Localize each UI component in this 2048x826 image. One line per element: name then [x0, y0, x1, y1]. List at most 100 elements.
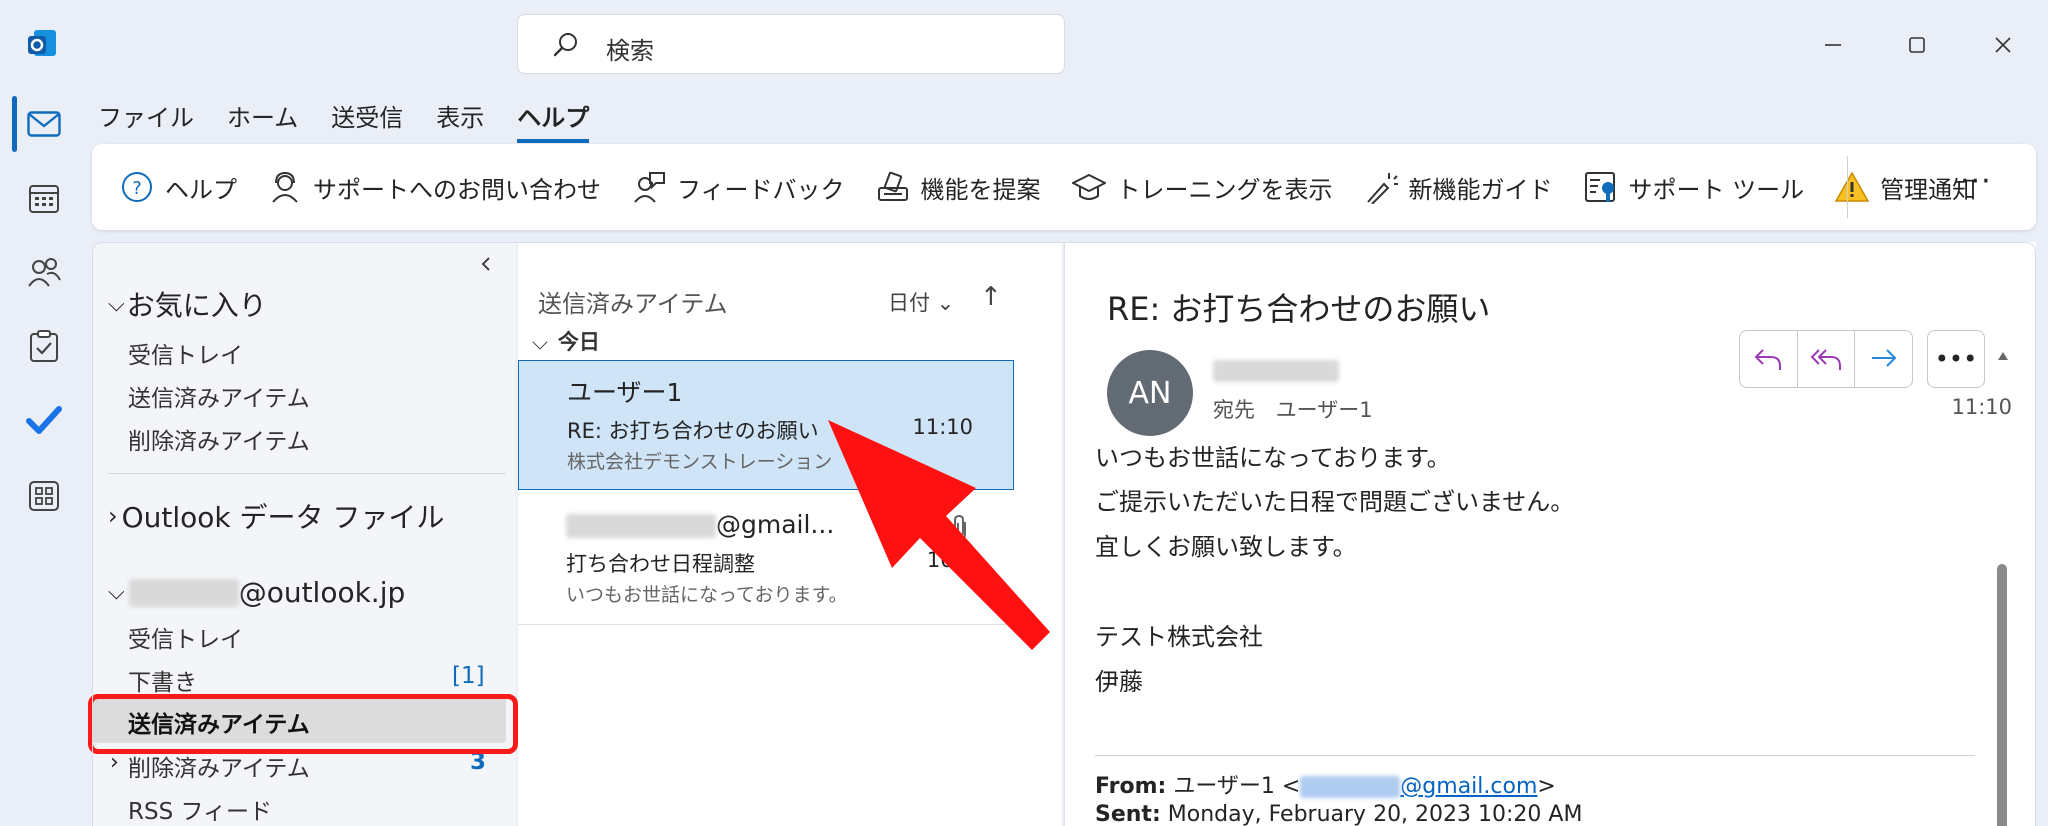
to-value[interactable]: ユーザー1	[1276, 398, 1373, 422]
collapse-pane-chevron-icon[interactable]	[480, 256, 492, 276]
whats-new-icon	[1366, 173, 1398, 204]
email-body-line: いつもお世話になっております。	[1095, 444, 1451, 472]
more-actions-button[interactable]: •••	[1927, 330, 1985, 388]
group-header-today[interactable]: ⌵ 今日	[532, 326, 600, 356]
maximize-button[interactable]	[1892, 20, 1942, 70]
apps-grid-icon	[29, 481, 59, 511]
training-icon	[1071, 173, 1106, 200]
sort-by-date-button[interactable]: 日付 ⌄	[888, 287, 954, 317]
folder-deleted[interactable]: 削除済みアイテム	[128, 749, 310, 783]
email-body-line: 伊藤	[1095, 668, 1143, 696]
message-preview: 株式会社デモンストレーション	[567, 451, 833, 473]
quoted-sent-label: Sent:	[1095, 802, 1161, 826]
reply-icon	[1754, 349, 1782, 370]
quote-separator	[1095, 755, 1975, 756]
tab-help[interactable]: ヘルプ	[517, 98, 590, 143]
quoted-from-close: >	[1537, 774, 1556, 799]
email-body-line: テスト株式会社	[1095, 623, 1263, 651]
account-group[interactable]: ⌵ @outlook.jp	[108, 576, 405, 609]
sender-name-redacted	[1213, 360, 1339, 382]
rail-calendar-button[interactable]	[14, 168, 74, 228]
todo-check-icon	[26, 406, 62, 434]
reading-pane: RE: お打ち合わせのお願い AN 宛先 ユーザー1 11:10 ••• いつも…	[1064, 242, 2036, 826]
annotation-highlight-box	[88, 694, 518, 754]
quoted-sent-value: Monday, February 20, 2023 10:20 AM	[1167, 802, 1583, 826]
quoted-from-name: ユーザー1 <	[1173, 774, 1301, 799]
ribbon-whats-new-button[interactable]: 新機能ガイド	[1364, 170, 1553, 205]
rail-apps-button[interactable]	[14, 466, 74, 526]
drafts-count-badge: [1]	[452, 663, 485, 689]
reply-button[interactable]	[1740, 331, 1798, 387]
ribbon-suggest-feature-label: 機能を提案	[920, 175, 1041, 204]
folder-separator	[108, 473, 506, 474]
mail-icon	[27, 111, 61, 137]
folder-inbox[interactable]: 受信トレイ	[128, 620, 243, 654]
tab-view[interactable]: 表示	[436, 98, 484, 143]
folder-rss[interactable]: RSS フィード	[128, 792, 272, 826]
ribbon-support-tools-button[interactable]: サポート ツール	[1584, 170, 1804, 205]
reply-all-icon	[1810, 349, 1841, 370]
minimize-icon	[1825, 44, 1841, 46]
suggest-feature-icon	[877, 171, 908, 201]
data-file-group[interactable]: › Outlook データ ファイル	[108, 496, 444, 536]
chevron-right-icon: ›	[108, 502, 118, 530]
minimize-button[interactable]	[1808, 20, 1858, 70]
chevron-down-icon: ⌵	[108, 291, 125, 317]
email-body-line: ご提示いただいた日程で問題ございません。	[1095, 488, 1575, 516]
calendar-icon	[29, 185, 59, 213]
data-file-label: Outlook データ ファイル	[121, 501, 445, 534]
reply-button-group	[1739, 330, 1913, 388]
folder-favorites-sent[interactable]: 送信済みアイテム	[128, 379, 310, 413]
rail-mail-button[interactable]	[14, 94, 74, 154]
ribbon-feedback-label: フィードバック	[677, 175, 845, 204]
tab-send-receive[interactable]: 送受信	[331, 98, 403, 143]
favorites-label: お気に入り	[126, 289, 267, 322]
rail-tasks-button[interactable]	[14, 316, 74, 376]
avatar[interactable]: AN	[1107, 350, 1193, 436]
help-icon: ?	[122, 172, 152, 202]
message-sender: @gmail...	[566, 510, 834, 539]
clipboard-icon	[30, 330, 58, 362]
ribbon-training-button[interactable]: トレーニングを表示	[1071, 170, 1333, 205]
ribbon-more-button[interactable]: ···	[1960, 164, 1992, 199]
ribbon-admin-notice-button[interactable]: 管理通知	[1835, 170, 1976, 205]
folder-drafts[interactable]: 下書き	[128, 663, 197, 697]
ribbon-suggest-feature-button[interactable]: 機能を提案	[876, 170, 1041, 205]
rail-todo-button[interactable]	[14, 390, 74, 450]
email-redacted	[1300, 776, 1401, 798]
ribbon-items: ? ヘルプ サポートへのお問い合わせ フィードバック 機能を提案 トレーニングを…	[120, 164, 2007, 210]
message-list-title: 送信済みアイテム	[538, 290, 728, 318]
quoted-from-email[interactable]: @gmail.com	[1400, 774, 1537, 799]
forward-button[interactable]	[1855, 331, 1912, 387]
support-tools-icon	[1584, 172, 1615, 202]
quoted-from-label: From:	[1095, 774, 1167, 799]
chevron-down-icon: ⌵	[532, 330, 548, 354]
ribbon-feedback-button[interactable]: フィードバック	[632, 170, 845, 205]
rail-people-button[interactable]	[14, 242, 74, 302]
ribbon-help-label: ヘルプ	[165, 175, 237, 204]
search-input[interactable]: 検索	[606, 31, 654, 66]
ribbon: ? ヘルプ サポートへのお問い合わせ フィードバック 機能を提案 トレーニングを…	[92, 144, 2036, 230]
quoted-from-line: From: ユーザー1 < @gmail.com>	[1095, 768, 1556, 800]
search-box[interactable]: 検索	[517, 14, 1065, 74]
search-icon	[552, 31, 580, 63]
tab-home[interactable]: ホーム	[227, 98, 298, 143]
ribbon-contact-support-label: サポートへのお問い合わせ	[313, 175, 601, 204]
contact-support-icon	[272, 171, 298, 203]
reply-all-button[interactable]	[1798, 331, 1856, 387]
ribbon-contact-support-button[interactable]: サポートへのお問い合わせ	[268, 170, 601, 205]
scrollbar-thumb[interactable]	[1997, 564, 2007, 826]
tab-file[interactable]: ファイル	[98, 98, 194, 143]
ribbon-help-button[interactable]: ? ヘルプ	[120, 170, 237, 205]
message-subject: RE: お打ち合わせのお願い	[567, 419, 819, 443]
sender-redacted	[566, 514, 716, 538]
scroll-up-arrow-icon[interactable]	[1997, 346, 2009, 365]
message-subject: 打ち合わせ日程調整	[566, 552, 755, 576]
close-button[interactable]	[1978, 20, 2028, 70]
favorites-group[interactable]: ⌵ お気に入り	[108, 284, 267, 324]
sort-direction-icon[interactable]: ↑	[980, 282, 1002, 312]
folder-favorites-inbox[interactable]: 受信トレイ	[128, 336, 243, 370]
more-icon: •••	[1934, 345, 1978, 373]
maximize-icon	[1909, 37, 1925, 53]
folder-favorites-deleted[interactable]: 削除済みアイテム	[128, 422, 310, 456]
